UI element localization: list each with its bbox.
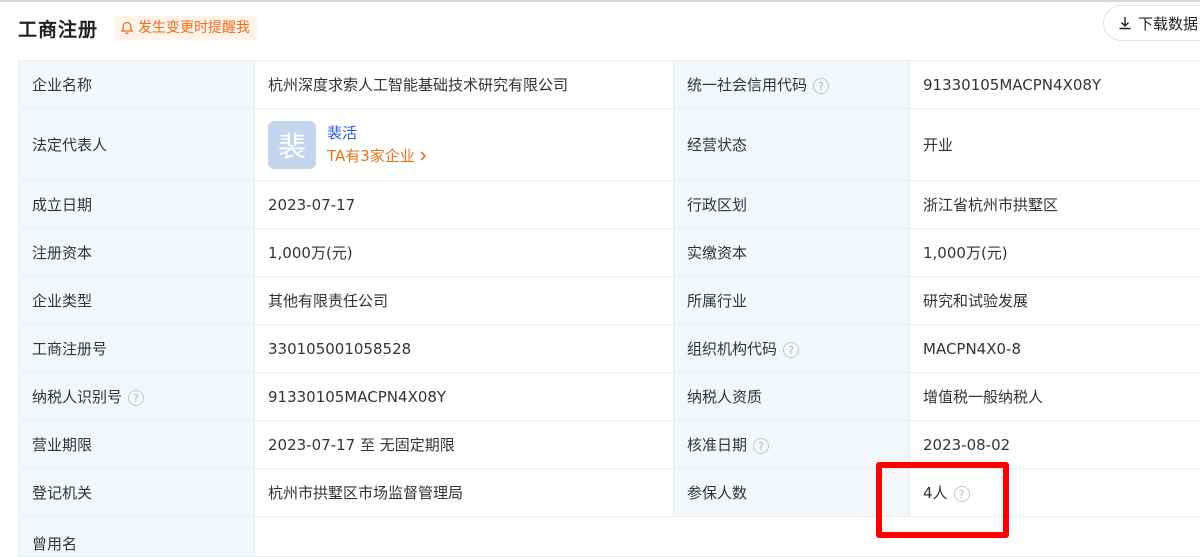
company-type-value: 其他有限责任公司 bbox=[255, 277, 674, 325]
legal-rep-label: 法定代表人 bbox=[19, 109, 255, 181]
registration-authority-value: 杭州市拱墅区市场监督管理局 bbox=[255, 469, 674, 517]
former-name-label: 曾用名 bbox=[19, 517, 255, 557]
avatar[interactable]: 裴 bbox=[268, 121, 316, 169]
help-icon[interactable]: ? bbox=[128, 390, 144, 406]
paid-capital-label: 实缴资本 bbox=[674, 229, 910, 277]
taxpayer-qualification-value: 增值税一般纳税人 bbox=[910, 373, 1200, 421]
taxpayer-id-label: 纳税人识别号? bbox=[19, 373, 255, 421]
table-row: 注册资本 1,000万(元) 实缴资本 1,000万(元) bbox=[19, 229, 1200, 277]
help-icon[interactable]: ? bbox=[753, 438, 769, 454]
help-icon[interactable]: ? bbox=[813, 78, 829, 94]
download-label: 下载数据 bbox=[1138, 13, 1198, 34]
table-row: 曾用名 bbox=[19, 517, 1200, 557]
founded-date-label: 成立日期 bbox=[19, 181, 255, 229]
approval-date-label: 核准日期? bbox=[674, 421, 910, 469]
bell-icon bbox=[120, 21, 134, 35]
taxpayer-id-value: 91330105MACPN4X08Y bbox=[255, 373, 674, 421]
highlight-box bbox=[876, 462, 1009, 538]
table-row: 纳税人识别号? 91330105MACPN4X08Y 纳税人资质 增值税一般纳税… bbox=[19, 373, 1200, 421]
registration-table: 企业名称 杭州深度求索人工智能基础技术研究有限公司 统一社会信用代码? 9133… bbox=[18, 60, 1200, 557]
change-alert-label: 发生变更时提醒我 bbox=[138, 16, 250, 40]
table-row: 成立日期 2023-07-17 行政区划 浙江省杭州市拱墅区 bbox=[19, 181, 1200, 229]
registration-number-label: 工商注册号 bbox=[19, 325, 255, 373]
table-row: 法定代表人 裴 裴活 TA有3家企业 经营状态 开业 bbox=[19, 109, 1200, 181]
download-icon bbox=[1118, 16, 1132, 30]
business-term-label: 营业期限 bbox=[19, 421, 255, 469]
org-code-label: 组织机构代码? bbox=[674, 325, 910, 373]
founded-date-value: 2023-07-17 bbox=[255, 181, 674, 229]
industry-value: 研究和试验发展 bbox=[910, 277, 1200, 325]
legal-rep-name-link[interactable]: 裴活 bbox=[327, 122, 428, 145]
table-row: 企业名称 杭州深度求索人工智能基础技术研究有限公司 统一社会信用代码? 9133… bbox=[19, 61, 1200, 109]
paid-capital-value: 1,000万(元) bbox=[910, 229, 1200, 277]
registration-number-value: 330105001058528 bbox=[255, 325, 674, 373]
company-name-label: 企业名称 bbox=[19, 61, 255, 109]
registered-capital-value: 1,000万(元) bbox=[255, 229, 674, 277]
credit-code-value: 91330105MACPN4X08Y bbox=[910, 61, 1200, 109]
section-title: 工商注册 bbox=[18, 15, 98, 42]
table-row: 企业类型 其他有限责任公司 所属行业 研究和试验发展 bbox=[19, 277, 1200, 325]
admin-division-label: 行政区划 bbox=[674, 181, 910, 229]
industry-label: 所属行业 bbox=[674, 277, 910, 325]
chevron-right-icon bbox=[418, 150, 428, 162]
insured-count-label: 参保人数 bbox=[674, 469, 910, 517]
table-row: 登记机关 杭州市拱墅区市场监督管理局 参保人数 4人? bbox=[19, 469, 1200, 517]
business-status-label: 经营状态 bbox=[674, 109, 910, 181]
table-row: 工商注册号 330105001058528 组织机构代码? MACPN4X0-8 bbox=[19, 325, 1200, 373]
table-row: 营业期限 2023-07-17 至 无固定期限 核准日期? 2023-08-02 bbox=[19, 421, 1200, 469]
org-code-value: MACPN4X0-8 bbox=[910, 325, 1200, 373]
former-name-value bbox=[255, 517, 1200, 557]
related-companies-link[interactable]: TA有3家企业 bbox=[327, 145, 428, 168]
change-alert-button[interactable]: 发生变更时提醒我 bbox=[114, 16, 258, 40]
download-button[interactable]: 下载数据 bbox=[1103, 5, 1200, 41]
taxpayer-qualification-label: 纳税人资质 bbox=[674, 373, 910, 421]
registration-authority-label: 登记机关 bbox=[19, 469, 255, 517]
company-type-label: 企业类型 bbox=[19, 277, 255, 325]
company-name-value: 杭州深度求索人工智能基础技术研究有限公司 bbox=[255, 61, 674, 109]
admin-division-value: 浙江省杭州市拱墅区 bbox=[910, 181, 1200, 229]
help-icon[interactable]: ? bbox=[783, 342, 799, 358]
business-status-value: 开业 bbox=[910, 109, 1200, 181]
legal-rep-value: 裴 裴活 TA有3家企业 bbox=[255, 109, 674, 181]
section-header: 工商注册 发生变更时提醒我 下载数据 bbox=[0, 0, 1200, 58]
credit-code-label: 统一社会信用代码? bbox=[674, 61, 910, 109]
business-term-value: 2023-07-17 至 无固定期限 bbox=[255, 421, 674, 469]
registered-capital-label: 注册资本 bbox=[19, 229, 255, 277]
